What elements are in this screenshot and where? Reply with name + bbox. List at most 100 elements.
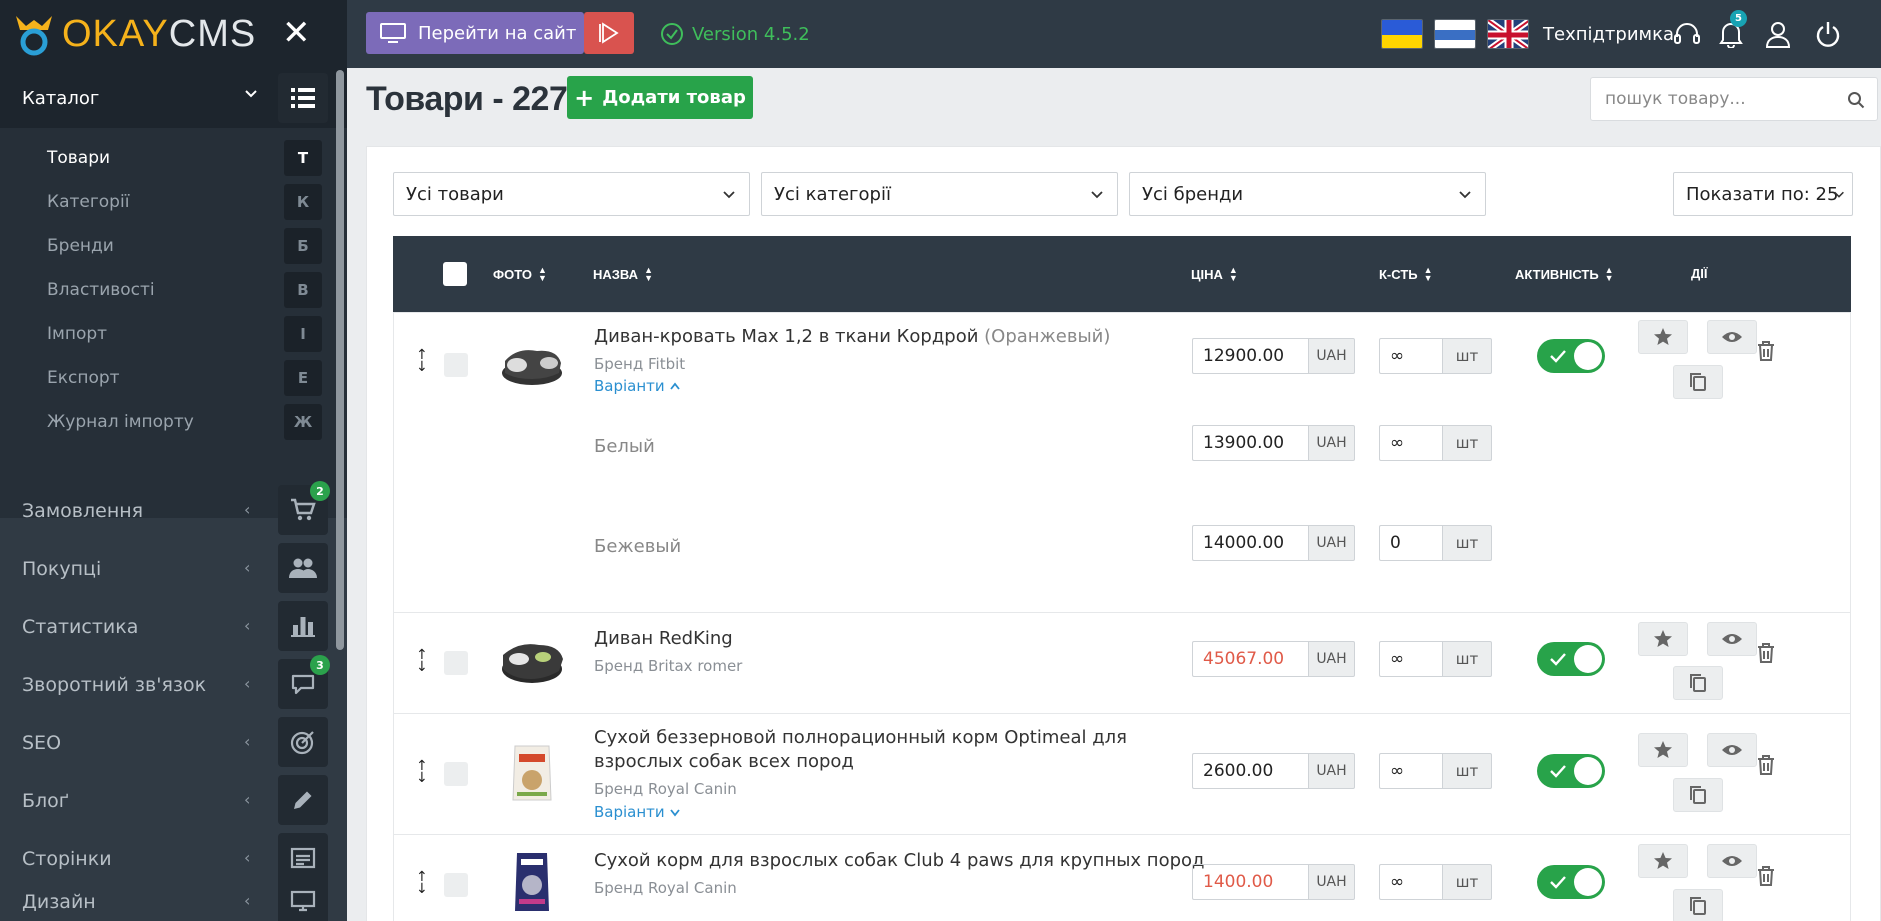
trash-icon[interactable] bbox=[1756, 340, 1776, 366]
trash-icon[interactable] bbox=[1756, 642, 1776, 668]
sidebar: OKAYCMS ✕ Каталог Товари Т Категорії К Бре… bbox=[0, 0, 347, 921]
list-icon[interactable] bbox=[278, 73, 328, 123]
qty-field[interactable]: ∞ шт bbox=[1379, 425, 1492, 461]
chevron-left-icon: ‹ bbox=[244, 674, 251, 693]
price-field[interactable]: 14000.00 UAH bbox=[1192, 525, 1355, 561]
sidebar-item-features[interactable]: Властивості В bbox=[0, 268, 347, 312]
row-checkbox[interactable] bbox=[444, 762, 468, 786]
product-name-link[interactable]: Диван RedKing bbox=[594, 627, 733, 651]
sidebar-item-brands[interactable]: Бренди Б bbox=[0, 224, 347, 268]
view-button[interactable] bbox=[1707, 320, 1757, 354]
price-field[interactable]: 2600.00 UAH bbox=[1192, 753, 1355, 789]
bell-icon[interactable]: 5 bbox=[1715, 10, 1747, 50]
filter-products-select[interactable]: Усі товари bbox=[393, 172, 750, 216]
qty-field[interactable]: ∞ шт bbox=[1379, 338, 1492, 374]
price-field[interactable]: 1400.00 UAH bbox=[1192, 864, 1355, 900]
sidebar-item-import[interactable]: Імпорт І bbox=[0, 312, 347, 356]
copy-icon bbox=[1690, 674, 1706, 692]
filter-categories-select[interactable]: Усі категорії bbox=[761, 172, 1118, 216]
column-qty[interactable]: К-СТЬ ▲ ▼ bbox=[1379, 266, 1433, 283]
sidebar-item-products[interactable]: Товари Т bbox=[0, 136, 347, 180]
duplicate-button[interactable] bbox=[1673, 666, 1723, 700]
active-toggle[interactable] bbox=[1537, 865, 1605, 899]
drag-handle-icon[interactable]: ↑ ↓ bbox=[416, 348, 428, 374]
table-row: ↑ ↓ Диван-кровать Max 1,2 в ткани Кордрой… bbox=[393, 312, 1851, 612]
variants-toggle[interactable]: Варіанти bbox=[594, 803, 681, 821]
go-to-site-button[interactable]: Перейти на сайт bbox=[366, 12, 584, 54]
play-button[interactable] bbox=[584, 12, 634, 54]
duplicate-button[interactable] bbox=[1673, 365, 1723, 399]
qty-field[interactable]: 0 шт bbox=[1379, 525, 1492, 561]
qty-field[interactable]: ∞ шт bbox=[1379, 864, 1492, 900]
close-sidebar-icon[interactable]: ✕ bbox=[282, 16, 311, 50]
sidebar-item-feedback[interactable]: Зворотний зв'язок ‹ 3 bbox=[0, 655, 347, 713]
price-field[interactable]: 45067.00 UAH bbox=[1192, 641, 1355, 677]
sidebar-item-seo[interactable]: SEO ‹ bbox=[0, 714, 347, 771]
search-input[interactable]: пошук товару... bbox=[1590, 77, 1878, 121]
product-image[interactable] bbox=[497, 333, 567, 393]
headset-icon[interactable] bbox=[1671, 18, 1703, 50]
logo-text: OKAYCMS bbox=[62, 12, 257, 55]
product-name-link[interactable]: Диван-кровать Max 1,2 в ткани Кордрой (О… bbox=[594, 325, 1110, 349]
flag-uk-icon[interactable] bbox=[1487, 19, 1529, 49]
column-price[interactable]: ЦІНА ▲ ▼ bbox=[1191, 266, 1238, 283]
flag-ru-icon[interactable] bbox=[1434, 19, 1476, 49]
sidebar-item-customers[interactable]: Покупці ‹ bbox=[0, 540, 347, 597]
active-toggle[interactable] bbox=[1537, 339, 1605, 373]
logo[interactable]: OKAYCMS ✕ bbox=[0, 0, 347, 68]
sidebar-item-categories[interactable]: Категорії К bbox=[0, 180, 347, 224]
add-product-button[interactable]: + Додати товар bbox=[567, 76, 753, 119]
price-field[interactable]: 13900.00 UAH bbox=[1192, 425, 1355, 461]
view-button[interactable] bbox=[1707, 733, 1757, 767]
column-name[interactable]: НАЗВА ▲ ▼ bbox=[593, 266, 653, 283]
select-all-checkbox[interactable] bbox=[443, 262, 467, 286]
featured-button[interactable] bbox=[1638, 320, 1688, 354]
qty-field[interactable]: ∞ шт bbox=[1379, 753, 1492, 789]
user-icon[interactable] bbox=[1762, 18, 1794, 50]
sidebar-item-export[interactable]: Експорт Е bbox=[0, 356, 347, 400]
drag-handle-icon[interactable]: ↑ ↓ bbox=[416, 648, 428, 674]
trash-icon[interactable] bbox=[1756, 865, 1776, 891]
column-active[interactable]: АКТИВНІСТЬ ▲ ▼ bbox=[1515, 266, 1614, 283]
active-toggle[interactable] bbox=[1537, 754, 1605, 788]
search-icon[interactable] bbox=[1847, 91, 1865, 109]
product-name-link[interactable]: Сухой беззерновой полнорационный корм Op… bbox=[594, 726, 1127, 774]
filter-brands-select[interactable]: Усі бренди bbox=[1129, 172, 1486, 216]
featured-button[interactable] bbox=[1638, 844, 1688, 878]
support-link[interactable]: Техпідтримка bbox=[1543, 24, 1674, 45]
view-button[interactable] bbox=[1707, 622, 1757, 656]
duplicate-button[interactable] bbox=[1673, 778, 1723, 812]
qty-field[interactable]: ∞ шт bbox=[1379, 641, 1492, 677]
drag-handle-icon[interactable]: ↑ ↓ bbox=[416, 870, 428, 896]
product-name-link[interactable]: Сухой корм для взрослых собак Club 4 paw… bbox=[594, 849, 1204, 873]
duplicate-button[interactable] bbox=[1673, 889, 1723, 921]
sidebar-scrollbar[interactable] bbox=[336, 70, 344, 650]
sidebar-item-blog[interactable]: Блоґ ‹ bbox=[0, 772, 347, 829]
per-page-select[interactable]: Показати по: 25 bbox=[1673, 172, 1853, 216]
flag-ua-icon[interactable] bbox=[1381, 19, 1423, 49]
price-field[interactable]: 12900.00 UAH bbox=[1192, 338, 1355, 374]
sidebar-item-catalog[interactable]: Каталог bbox=[0, 68, 347, 128]
sidebar-item-orders[interactable]: Замовлення ‹ 2 bbox=[0, 481, 347, 539]
sidebar-item-import-log[interactable]: Журнал імпорту Ж bbox=[0, 400, 347, 444]
trash-icon[interactable] bbox=[1756, 754, 1776, 780]
featured-button[interactable] bbox=[1638, 733, 1688, 767]
row-checkbox[interactable] bbox=[444, 353, 468, 377]
drag-handle-icon[interactable]: ↑ ↓ bbox=[416, 759, 428, 785]
sidebar-item-statistics[interactable]: Статистика ‹ bbox=[0, 598, 347, 655]
featured-button[interactable] bbox=[1638, 622, 1688, 656]
eye-icon bbox=[1722, 856, 1742, 866]
product-image[interactable] bbox=[497, 631, 567, 691]
variants-toggle[interactable]: Варіанти bbox=[594, 377, 681, 395]
power-icon[interactable] bbox=[1812, 18, 1844, 50]
view-button[interactable] bbox=[1707, 844, 1757, 878]
row-checkbox[interactable] bbox=[444, 873, 468, 897]
product-image[interactable] bbox=[497, 742, 567, 802]
shortcut-letter: Б bbox=[284, 228, 322, 264]
product-image[interactable] bbox=[497, 851, 567, 911]
row-checkbox[interactable] bbox=[444, 651, 468, 675]
column-photo[interactable]: ФОТО ▲ ▼ bbox=[493, 266, 547, 283]
sidebar-item-design[interactable]: Дизайн ‹ bbox=[0, 873, 347, 921]
target-icon bbox=[278, 717, 328, 767]
active-toggle[interactable] bbox=[1537, 642, 1605, 676]
